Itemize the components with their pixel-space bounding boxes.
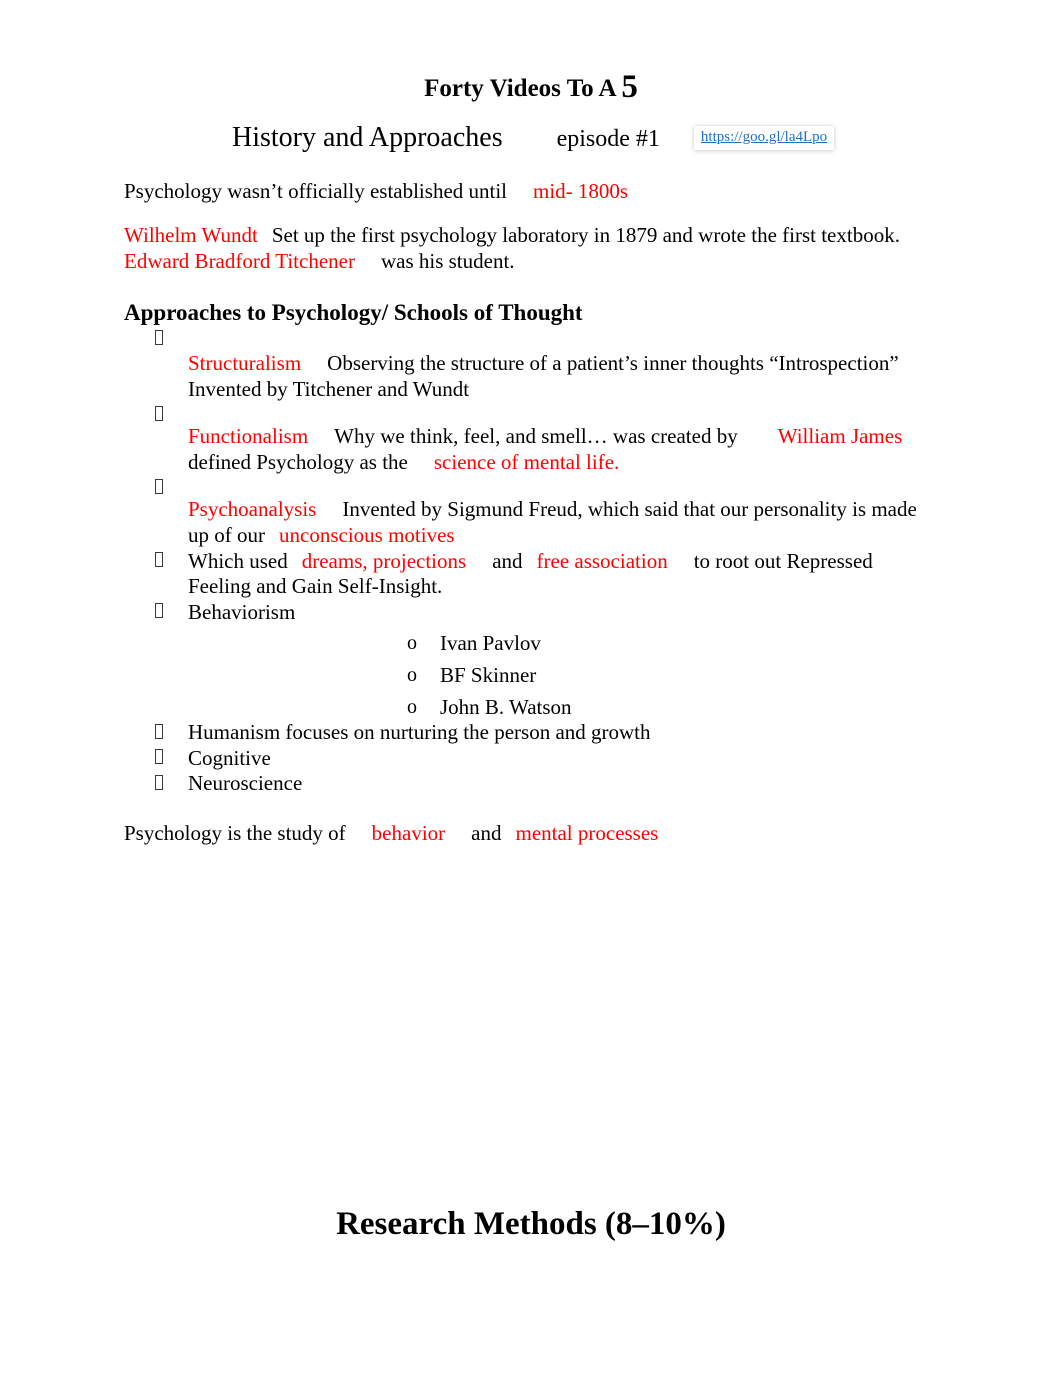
subtitle-row: History and Approaches episode #1 https://… bbox=[0, 104, 1062, 155]
circle-bullet-icon: o bbox=[407, 695, 417, 718]
methods-highlight-2: free association bbox=[536, 548, 668, 573]
behaviorism-term: Behaviorism bbox=[188, 599, 296, 624]
functionalism-line2-lead: defined Psychology as the bbox=[188, 449, 408, 474]
bullet-box-icon bbox=[155, 330, 163, 346]
bullet-box-icon bbox=[155, 723, 163, 739]
wundt-name: Wilhelm Wundt bbox=[124, 223, 258, 248]
list-item-skinner: o BF Skinner bbox=[188, 657, 932, 689]
list-item-psychoanalysis: Psychoanalysis Invented by Sigmund Freud,… bbox=[0, 475, 1062, 548]
list-item-humanism: Humanism focuses on nurturing the person… bbox=[0, 720, 1062, 746]
document-page: Forty Videos To A 5 History and Approach… bbox=[0, 0, 1062, 1376]
circle-bullet-icon: o bbox=[407, 664, 417, 687]
definition-lead: Psychology is the study of bbox=[124, 821, 346, 846]
list-item-cognitive: Cognitive bbox=[0, 746, 1062, 772]
paragraph-established: Psychology wasn’t officially established… bbox=[0, 155, 1062, 205]
bullet-box-icon bbox=[155, 478, 163, 494]
neuroscience-term: Neuroscience bbox=[188, 771, 303, 796]
behaviorist-name: Ivan Pavlov bbox=[440, 631, 541, 656]
bullet-box-icon bbox=[155, 603, 163, 619]
bullet-box-icon bbox=[155, 749, 163, 765]
list-item-pavlov: o Ivan Pavlov bbox=[188, 625, 932, 657]
humanism-term: Humanism focuses on nurturing the person… bbox=[188, 720, 651, 745]
titchener-name: Edward Bradford Titchener bbox=[124, 248, 355, 273]
list-item-methods: Which used dreams, projections and free ass… bbox=[0, 549, 1062, 600]
definition-conjunction: and bbox=[471, 821, 502, 846]
methods-tail: to root out Repressed Feeling and Gain S… bbox=[188, 548, 873, 599]
document-title: Forty Videos To A 5 bbox=[0, 0, 1062, 104]
functionalism-line2-highlight: science of mental life. bbox=[433, 449, 620, 474]
established-lead: Psychology wasn’t officially established… bbox=[124, 178, 508, 203]
structuralism-term: Structuralism bbox=[188, 350, 302, 375]
functionalism-term: Functionalism bbox=[188, 424, 309, 449]
wundt-body: Set up the first psychology laboratory i… bbox=[271, 223, 900, 248]
video-link[interactable]: https://goo.gl/la4Lpo bbox=[693, 126, 835, 150]
behaviorism-people-list: o Ivan Pavlov o BF Skinner o John B. Wat… bbox=[188, 625, 932, 720]
definition-highlight-1: behavior bbox=[371, 821, 446, 846]
structuralism-definition: Observing the structure of a patient’s i… bbox=[327, 350, 764, 375]
established-highlight: mid- 1800s bbox=[533, 178, 629, 203]
document-title-text: Forty Videos To A bbox=[424, 75, 622, 102]
behaviorist-name: John B. Watson bbox=[440, 694, 572, 719]
methods-lead: Which used bbox=[188, 548, 288, 573]
list-item-structuralism: Structuralism Observing the structure of … bbox=[0, 327, 1062, 402]
wundt-tail: was his student. bbox=[380, 248, 515, 273]
bullet-box-icon bbox=[155, 775, 163, 791]
psychoanalysis-term: Psychoanalysis bbox=[188, 497, 317, 522]
document-title-grade: 5 bbox=[621, 69, 638, 105]
section-heading-approaches: Approaches to Psychology/ Schools of Tho… bbox=[124, 300, 583, 326]
bullet-box-icon bbox=[155, 552, 163, 568]
paragraph-definition: Psychology is the study of behavior and men… bbox=[0, 797, 1062, 847]
functionalism-definition: Why we think, feel, and smell… was creat… bbox=[334, 424, 738, 449]
list-item-behaviorism: Behaviorism o Ivan Pavlov o BF Skinner o… bbox=[0, 600, 1062, 720]
subtitle-episode: episode #1 bbox=[556, 126, 660, 152]
behaviorist-name: BF Skinner bbox=[440, 663, 537, 688]
cognitive-term: Cognitive bbox=[188, 745, 271, 770]
paragraph-wundt: Wilhelm Wundt Set up the first psychology… bbox=[0, 204, 1062, 274]
bottom-section-heading: Research Methods (8–10%) bbox=[336, 1206, 726, 1242]
methods-highlight-1: dreams, projections bbox=[301, 548, 467, 573]
subtitle-topic: History and Approaches bbox=[232, 122, 503, 153]
psychoanalysis-highlight: unconscious motives bbox=[279, 522, 455, 547]
bullet-box-icon bbox=[155, 405, 163, 421]
functionalism-person: William James bbox=[777, 424, 903, 449]
list-item-watson: o John B. Watson bbox=[188, 689, 932, 721]
list-item-neuroscience: Neuroscience bbox=[0, 771, 1062, 797]
methods-conjunction: and bbox=[492, 548, 523, 573]
definition-highlight-2: mental processes bbox=[515, 821, 659, 846]
approaches-list: Structuralism Observing the structure of … bbox=[0, 327, 1062, 797]
circle-bullet-icon: o bbox=[407, 632, 417, 655]
list-item-functionalism: Functionalism Why we think, feel, and sme… bbox=[0, 402, 1062, 475]
